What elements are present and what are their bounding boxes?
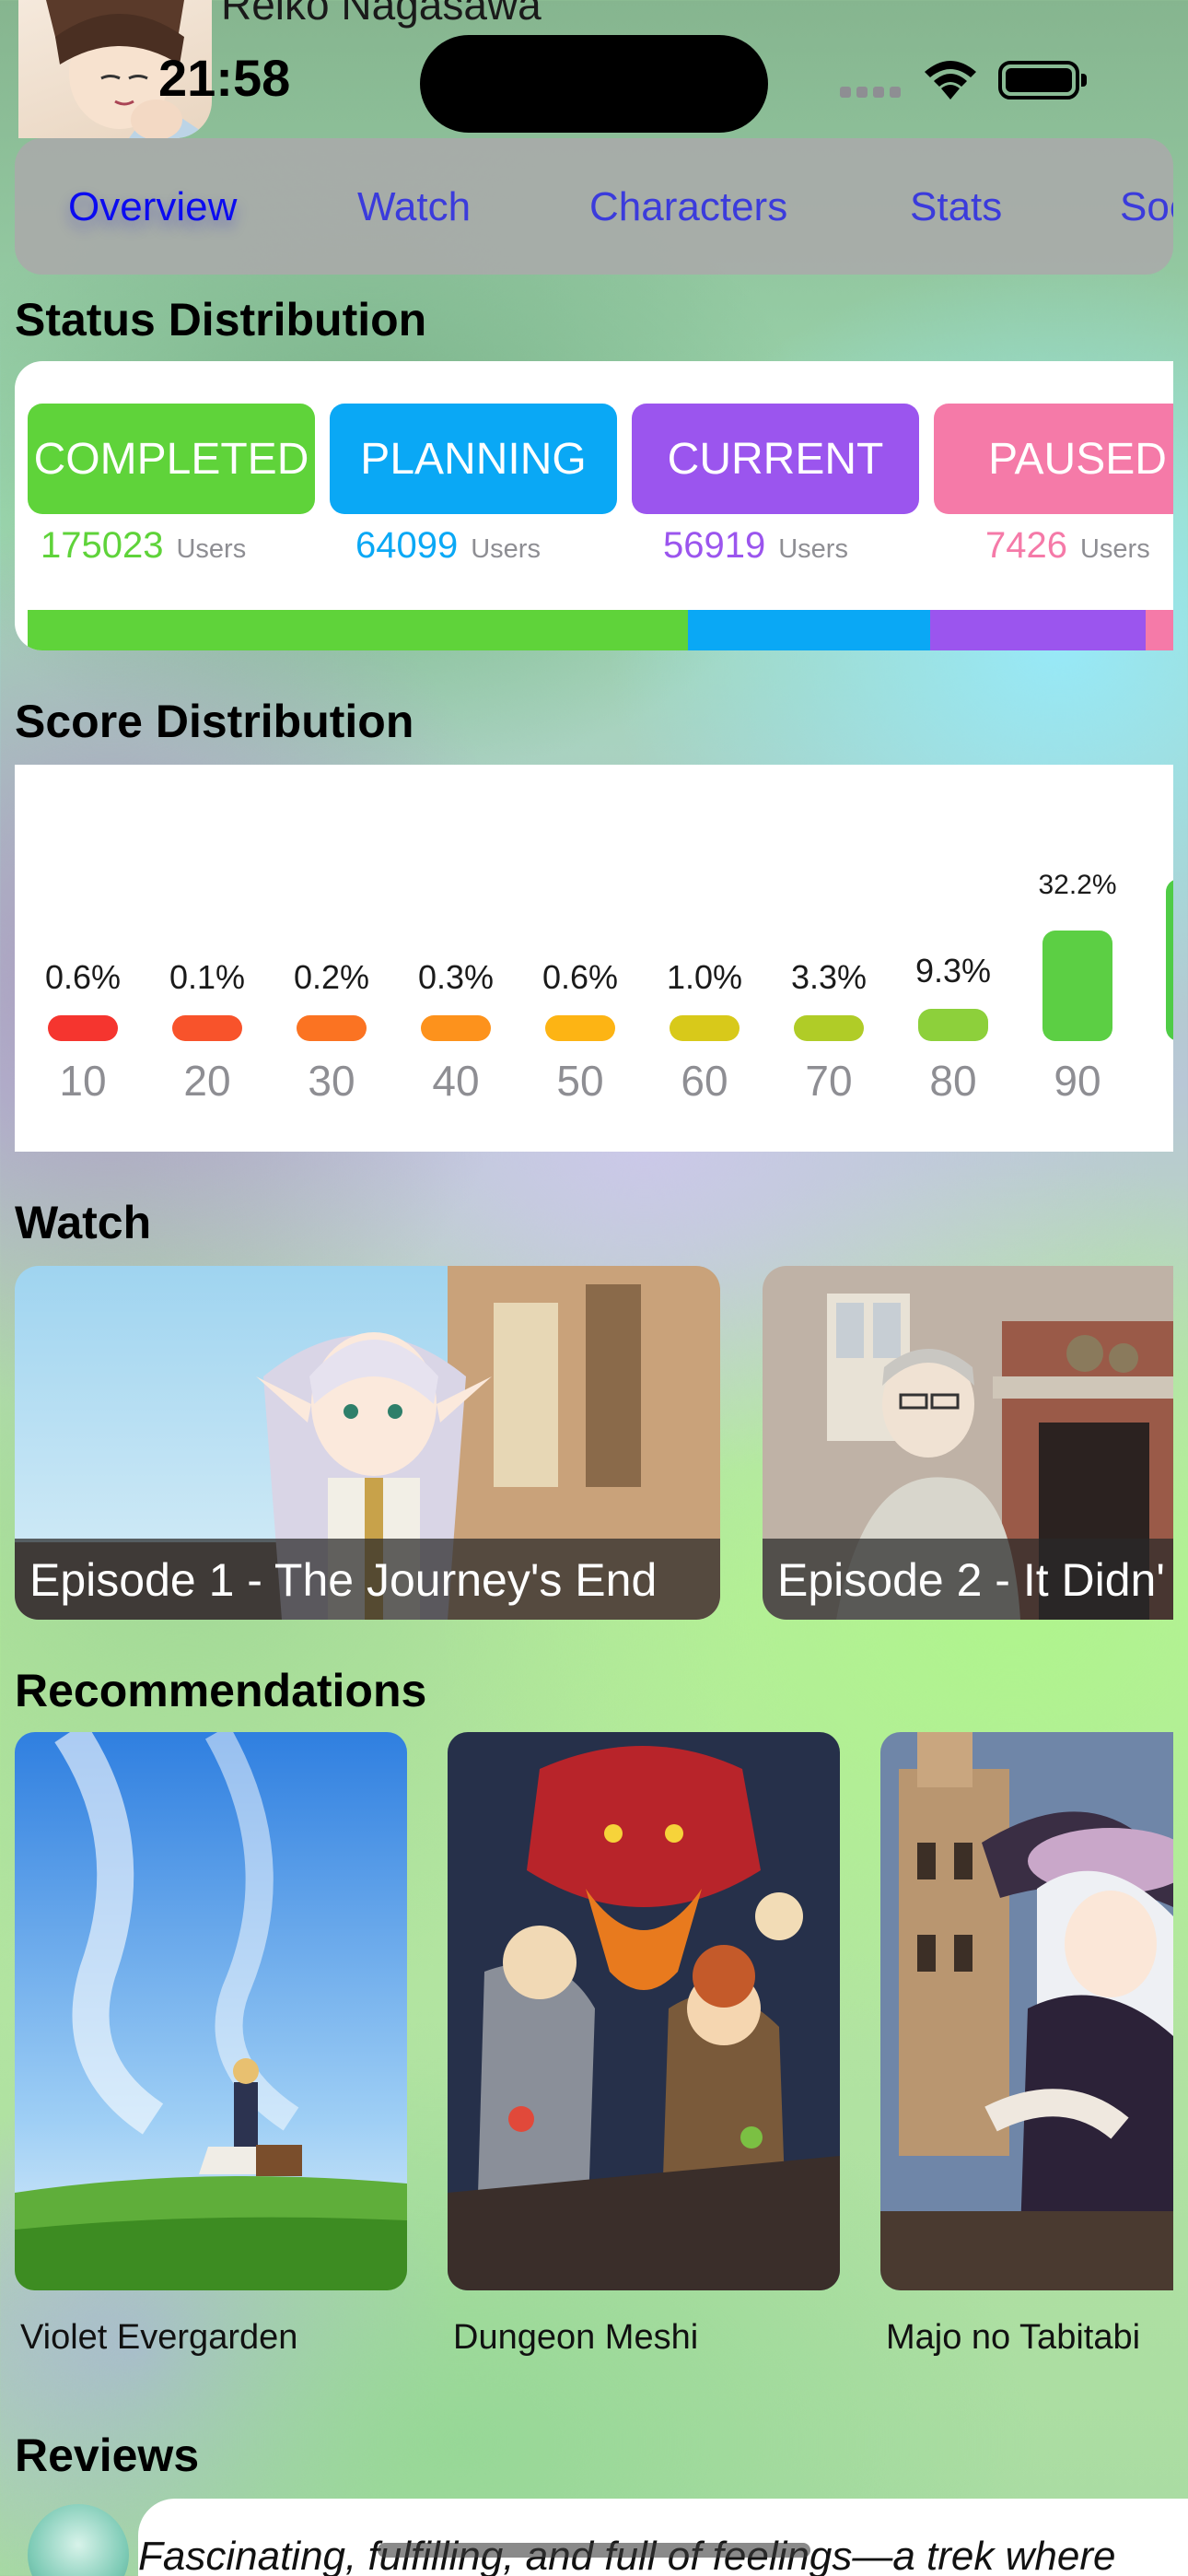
- wifi-icon: [925, 61, 976, 100]
- score-percent-50: 0.6%: [542, 958, 619, 996]
- score-label-90: 90: [1054, 1057, 1101, 1105]
- status-proportion-bar: [28, 610, 1173, 650]
- home-indicator: [378, 2543, 810, 2558]
- score-percent-80: 9.3%: [914, 952, 992, 990]
- score-label-70: 70: [805, 1057, 853, 1105]
- watch-title: Watch: [15, 1197, 152, 1248]
- score-label-50: 50: [556, 1057, 604, 1105]
- status-bar-segment: [930, 610, 1146, 650]
- status-bar-segment: [688, 610, 931, 650]
- score-bar-70: [794, 1015, 864, 1041]
- score-label-20: 20: [183, 1057, 231, 1105]
- episode-card[interactable]: Episode 2 - It Didn': [763, 1266, 1173, 1620]
- status-pill-planning: PLANNING: [330, 404, 617, 514]
- episode-card[interactable]: Episode 1 - The Journey's End: [15, 1266, 720, 1620]
- profile-name: Reiko Nagasawa: [221, 0, 542, 29]
- score-percent-90: 32.2%: [1038, 870, 1117, 900]
- dynamic-island: [420, 35, 768, 133]
- cellular-signal-icon: [840, 87, 901, 98]
- episode-caption: Episode 2 - It Didn': [763, 1539, 1173, 1620]
- score-label-60: 60: [681, 1057, 728, 1105]
- review-avatar: [28, 2504, 129, 2576]
- poster-image: [15, 1732, 407, 2290]
- score-label-80: 80: [929, 1057, 977, 1105]
- score-bar-90: [1042, 931, 1112, 1041]
- score-bar-10: [48, 1015, 118, 1041]
- score-percent-70: 3.3%: [790, 958, 868, 996]
- score-percent-20: 0.1%: [169, 958, 246, 996]
- status-bar-segment: [1145, 610, 1173, 650]
- score-bar-20: [172, 1015, 242, 1041]
- score-label-40: 40: [432, 1057, 480, 1105]
- status-time: 21:58: [158, 49, 291, 107]
- tab-social[interactable]: Soc: [1120, 184, 1173, 230]
- status-pill-completed: COMPLETED: [28, 404, 315, 514]
- score-percent-10: 0.6%: [44, 958, 122, 996]
- score-bar-offscreen: [1166, 879, 1173, 1041]
- tab-bar: Overview Watch Characters Stats Soc: [15, 138, 1173, 275]
- score-bar-80: [918, 1009, 988, 1041]
- status-count-completed: 175023 Users: [41, 525, 247, 566]
- status-count-planning: 64099 Users: [355, 525, 541, 566]
- status-pill-current: CURRENT: [632, 404, 919, 514]
- score-label-10: 10: [59, 1057, 107, 1105]
- tab-stats[interactable]: Stats: [910, 184, 1002, 230]
- score-bar-30: [297, 1015, 367, 1041]
- recommendation-poster[interactable]: [880, 1732, 1173, 2290]
- score-distribution-title: Score Distribution: [15, 696, 414, 747]
- reviews-title: Reviews: [15, 2430, 200, 2481]
- recommendation-poster[interactable]: [448, 1732, 840, 2290]
- score-bar-40: [421, 1015, 491, 1041]
- status-count-paused: 7426 Users: [985, 525, 1150, 566]
- poster-image: [880, 1732, 1173, 2290]
- score-label-30: 30: [308, 1057, 355, 1105]
- score-distribution-chart: 0.6% 10 0.1% 20 0.2% 30 0.3% 40 0.6% 50 1.0% 60 3.3%…: [15, 765, 1173, 1152]
- score-percent-60: 1.0%: [666, 958, 743, 996]
- poster-image: [448, 1732, 840, 2290]
- status-distribution-card: COMPLETED PLANNING CURRENT PAUSED 175023…: [15, 361, 1173, 650]
- recommendations-title: Recommendations: [15, 1665, 427, 1716]
- status-count-current: 56919 Users: [663, 525, 848, 566]
- tab-characters[interactable]: Characters: [589, 184, 787, 230]
- score-percent-30: 0.2%: [293, 958, 370, 996]
- episode-caption: Episode 1 - The Journey's End: [15, 1539, 720, 1620]
- tab-overview[interactable]: Overview: [68, 184, 237, 230]
- recommendation-poster[interactable]: [15, 1732, 407, 2290]
- tab-watch[interactable]: Watch: [357, 184, 471, 230]
- status-bar-segment: [28, 610, 689, 650]
- battery-icon: [998, 61, 1087, 100]
- recommendation-title[interactable]: Majo no Tabitabi: [886, 2318, 1140, 2358]
- recommendation-title[interactable]: Dungeon Meshi: [453, 2318, 698, 2358]
- status-pill-paused: PAUSED: [934, 404, 1173, 514]
- score-bar-60: [670, 1015, 740, 1041]
- recommendation-title[interactable]: Violet Evergarden: [20, 2318, 297, 2358]
- status-distribution-title: Status Distribution: [15, 294, 427, 345]
- score-percent-40: 0.3%: [417, 958, 495, 996]
- score-bar-50: [545, 1015, 615, 1041]
